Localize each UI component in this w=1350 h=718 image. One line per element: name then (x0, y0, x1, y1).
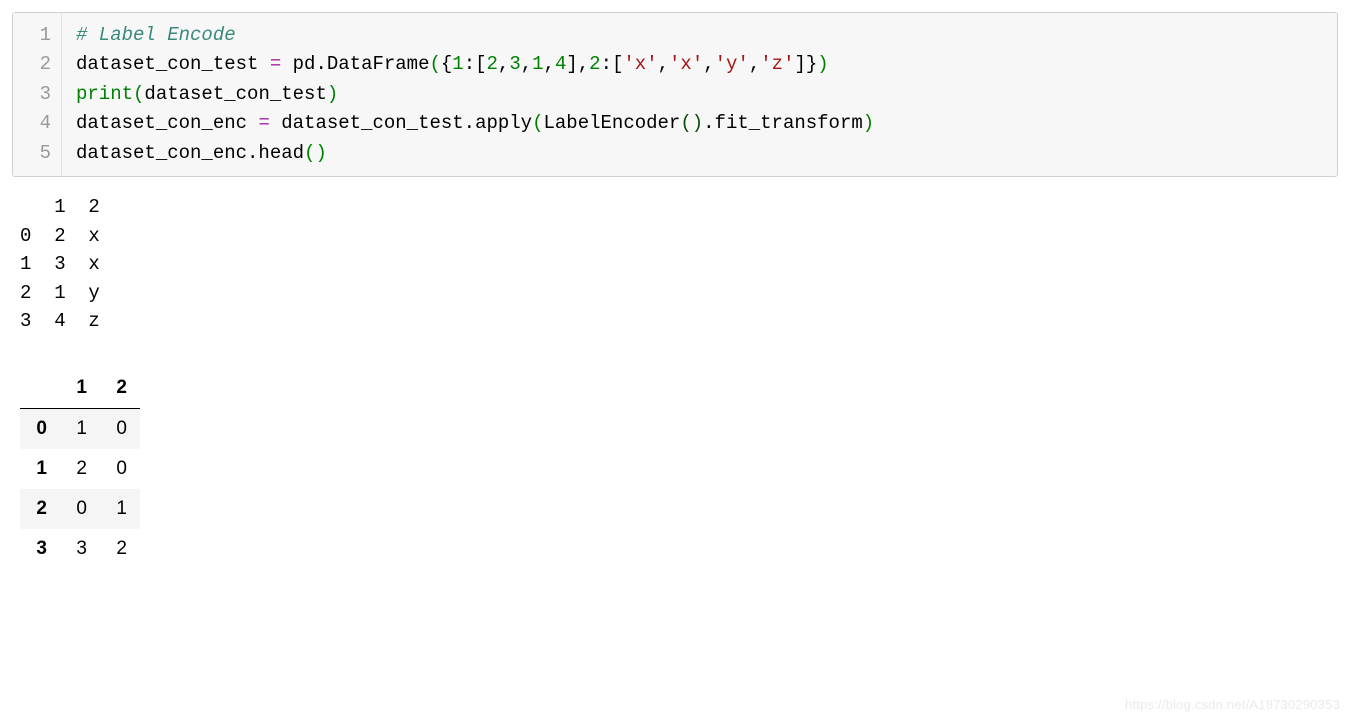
operator-equals: = (258, 112, 269, 134)
table-row-header: 3 (20, 529, 60, 569)
table-cell: 1 (100, 489, 140, 529)
code-text: .fit_transform (703, 112, 863, 134)
code-line-1: # Label Encode (76, 21, 1323, 50)
comma: , (544, 53, 555, 75)
string-literal: 'z' (760, 53, 794, 75)
table-cell: 0 (100, 408, 140, 449)
table-row: 2 0 1 (20, 489, 140, 529)
table-row-header: 0 (20, 408, 60, 449)
code-line-4: dataset_con_enc = dataset_con_test.apply… (76, 109, 1323, 138)
code-line-3: print(dataset_con_test) (76, 80, 1323, 109)
code-text: pd.DataFrame (281, 53, 429, 75)
code-text: dataset_con_enc.head (76, 142, 304, 164)
code-text: :[ (464, 53, 487, 75)
string-literal: 'x' (669, 53, 703, 75)
code-text: dataset_con_enc (76, 112, 258, 134)
table-cell: 0 (100, 449, 140, 489)
table-col-header: 2 (100, 368, 140, 409)
number-literal: 2 (487, 53, 498, 75)
watermark-text: https://blog.csdn.net/A18730290353 (1125, 697, 1340, 712)
comma: , (749, 53, 760, 75)
table-row-header: 1 (20, 449, 60, 489)
paren-open: ( (429, 53, 440, 75)
code-line-2: dataset_con_test = pd.DataFrame({1:[2,3,… (76, 50, 1323, 79)
table-cell: 2 (60, 449, 100, 489)
paren-open: ( (532, 112, 543, 134)
code-text: ], (566, 53, 589, 75)
builtin-print: print (76, 83, 133, 105)
paren-open: ( (133, 83, 144, 105)
table-cell: 3 (60, 529, 100, 569)
table-col-header: 1 (60, 368, 100, 409)
number-literal: 1 (452, 53, 463, 75)
table-row: 0 1 0 (20, 408, 140, 449)
table-corner (20, 368, 60, 409)
line-number: 1 (27, 21, 51, 50)
table-row-header: 2 (20, 489, 60, 529)
code-line-5: dataset_con_enc.head() (76, 139, 1323, 168)
table-cell: 2 (100, 529, 140, 569)
paren-close: ) (817, 53, 828, 75)
operator-equals: = (270, 53, 281, 75)
code-cell: 1 2 3 4 5 # Label Encode dataset_con_test… (12, 12, 1338, 177)
comma: , (703, 53, 714, 75)
dataframe-table: 1 2 0 1 0 1 2 0 2 0 1 3 3 2 (20, 368, 140, 569)
line-number: 3 (27, 80, 51, 109)
number-literal: 4 (555, 53, 566, 75)
paren-pair: () (304, 142, 327, 164)
comment: # Label Encode (76, 24, 236, 46)
table-cell: 1 (60, 408, 100, 449)
number-literal: 2 (589, 53, 600, 75)
paren-close: ) (863, 112, 874, 134)
comma: , (658, 53, 669, 75)
string-literal: 'y' (715, 53, 749, 75)
line-number: 2 (27, 50, 51, 79)
brace-open: { (441, 53, 452, 75)
table-row: 1 2 0 (20, 449, 140, 489)
stdout-output: 1 2 0 2 x 1 3 x 2 1 y 3 4 z (12, 189, 1338, 358)
code-text: :[ (601, 53, 624, 75)
code-text: dataset_con_test (144, 83, 326, 105)
line-number: 5 (27, 139, 51, 168)
comma: , (498, 53, 509, 75)
table-cell: 0 (60, 489, 100, 529)
comma: , (521, 53, 532, 75)
number-literal: 3 (509, 53, 520, 75)
number-literal: 1 (532, 53, 543, 75)
code-area: # Label Encode dataset_con_test = pd.Data… (62, 13, 1337, 176)
line-number: 4 (27, 109, 51, 138)
code-text: LabelEncoder (544, 112, 681, 134)
line-gutter: 1 2 3 4 5 (13, 13, 62, 176)
code-text: dataset_con_test.apply (270, 112, 532, 134)
paren-close: ) (327, 83, 338, 105)
code-text: dataset_con_test (76, 53, 270, 75)
code-text: ]} (794, 53, 817, 75)
table-header-row: 1 2 (20, 368, 140, 409)
table-row: 3 3 2 (20, 529, 140, 569)
paren-pair: () (680, 112, 703, 134)
string-literal: 'x' (623, 53, 657, 75)
